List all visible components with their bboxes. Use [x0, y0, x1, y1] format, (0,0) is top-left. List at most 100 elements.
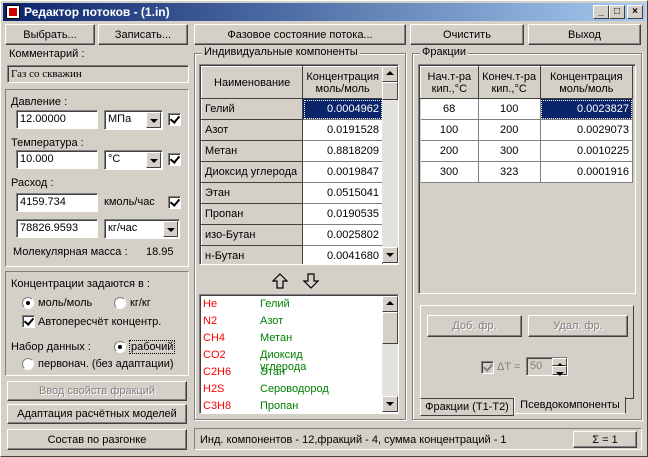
delta-t-checkbox[interactable] — [481, 361, 494, 374]
table-row[interactable]: 100 200 0.0029073 — [420, 119, 634, 141]
dataset-working-radio[interactable] — [114, 341, 126, 353]
concentration-label: Концентрации задаются в : — [11, 278, 150, 290]
conc-kgkg-radio[interactable] — [114, 297, 126, 309]
component-value[interactable]: 0.0515041 — [302, 182, 383, 204]
scroll-thumb[interactable] — [382, 82, 398, 100]
temperature-input[interactable]: 10.000 — [16, 150, 98, 169]
table-row[interactable]: Этан 0.0515041 — [200, 182, 383, 204]
add-fraction-button[interactable]: Доб. фр. — [427, 315, 522, 337]
tab-fractions[interactable]: Фракции (Т1-Т2) — [420, 399, 514, 416]
fractions-group-title: Фракции — [420, 46, 468, 58]
dataset-label: Набор данных : — [11, 341, 91, 353]
component-value[interactable]: 0.0041680 — [302, 245, 383, 264]
table-row[interactable]: Гелий 0.0004962 — [200, 98, 383, 120]
chevron-down-icon[interactable] — [146, 112, 161, 128]
fraction-start[interactable]: 200 — [420, 140, 479, 162]
dataset-initial-radio[interactable] — [22, 358, 34, 370]
table-row[interactable]: 300 323 0.0001916 — [420, 161, 634, 183]
delta-t-spinner[interactable] — [552, 358, 567, 376]
col-start-temp-header[interactable]: Нач.т-ра кип.,°C — [420, 66, 479, 99]
chevron-down-icon[interactable] — [146, 152, 161, 168]
conc-molmol-label[interactable]: моль/моль — [38, 297, 92, 309]
fraction-start[interactable]: 68 — [420, 98, 479, 120]
col-frac-conc-header[interactable]: Концентрация моль/моль — [539, 66, 634, 99]
fraction-start[interactable]: 100 — [420, 119, 479, 141]
col-start-temp-line2: кип.,°C — [431, 82, 468, 95]
auto-recalc-label[interactable]: Автопересчёт концентр. — [38, 316, 161, 328]
fraction-value[interactable]: 0.0010225 — [540, 140, 634, 162]
arrow-down-icon[interactable] — [301, 273, 321, 289]
scroll-down-icon[interactable] — [382, 247, 398, 263]
table-row[interactable]: Диоксид углерода 0.0019847 — [200, 161, 383, 183]
auto-recalc-checkbox[interactable] — [22, 315, 35, 328]
fraction-props-button[interactable]: Ввод свойств фракций — [7, 381, 187, 401]
phase-state-button[interactable]: Фазовое состояние потока... — [194, 24, 406, 45]
flow-molar-input[interactable]: 4159.734 — [16, 193, 98, 212]
remove-fraction-button[interactable]: Удал. фр. — [528, 315, 628, 337]
fraction-end[interactable]: 300 — [478, 140, 541, 162]
scroll-up-icon[interactable] — [382, 296, 398, 312]
table-row[interactable]: н-Бутан 0.0041680 — [200, 245, 383, 264]
component-value[interactable]: 0.0025802 — [302, 224, 383, 246]
table-row[interactable]: 68 100 0.0023827 — [420, 98, 634, 120]
spin-down-icon[interactable] — [552, 366, 567, 376]
comment-field[interactable]: Газ со скважин — [7, 65, 189, 83]
flow-mass-unit-select[interactable]: кг/час — [104, 219, 180, 239]
exit-button[interactable]: Выход — [528, 24, 641, 45]
components-scrollbar[interactable] — [382, 66, 398, 263]
fraction-value[interactable]: 0.0029073 — [540, 119, 634, 141]
chevron-down-icon[interactable] — [163, 221, 178, 237]
table-row[interactable]: изо-Бутан 0.0025802 — [200, 224, 383, 246]
clear-button[interactable]: Очистить — [410, 24, 524, 45]
fraction-end[interactable]: 100 — [478, 98, 541, 120]
dataset-initial-label[interactable]: первонач. (без адаптации) — [38, 358, 174, 370]
flow-molar-checkbox[interactable] — [168, 196, 181, 209]
minimize-button[interactable]: _ — [593, 5, 609, 19]
component-value[interactable]: 0.0190535 — [302, 203, 383, 225]
dataset-working-label[interactable]: рабочий — [129, 340, 176, 354]
sum-button[interactable]: Σ = 1 — [573, 431, 637, 448]
fraction-start[interactable]: 300 — [420, 161, 479, 183]
component-value[interactable]: 0.0191528 — [302, 119, 383, 141]
fraction-value[interactable]: 0.0001916 — [540, 161, 634, 183]
save-button[interactable]: Записать... — [98, 24, 188, 45]
table-row[interactable]: Пропан 0.0190535 — [200, 203, 383, 225]
tab-pseudocomponents[interactable]: Псевдокомпоненты — [514, 397, 626, 414]
col-end-temp-header[interactable]: Конеч.т-ра кип.,°C — [477, 66, 541, 99]
fraction-value[interactable]: 0.0023827 — [540, 98, 634, 120]
pressure-input[interactable]: 12.00000 — [16, 110, 98, 129]
library-scrollbar[interactable] — [382, 296, 398, 412]
component-value[interactable]: 0.0019847 — [302, 161, 383, 183]
component-library-list[interactable]: He Гелий N2 Азот CH4 Метан CO2 Диоксид у… — [199, 294, 399, 414]
composition-button[interactable]: Состав по разгонке — [7, 429, 187, 450]
scroll-down-icon[interactable] — [382, 396, 398, 412]
flow-mass-input[interactable]: 78826.9593 — [16, 219, 98, 238]
component-value[interactable]: 0.0004962 — [302, 98, 383, 120]
col-conc-header[interactable]: Концентрация моль/моль — [302, 66, 383, 99]
conc-kgkg-label[interactable]: кг/кг — [130, 297, 151, 309]
component-value[interactable]: 0.8818209 — [302, 140, 383, 162]
scroll-thumb[interactable] — [382, 312, 398, 344]
scroll-up-icon[interactable] — [382, 66, 398, 82]
pressure-checkbox[interactable] — [168, 113, 181, 126]
close-button[interactable]: × — [627, 5, 643, 19]
maximize-button[interactable]: □ — [609, 5, 625, 19]
conc-molmol-radio[interactable] — [22, 297, 34, 309]
adapt-models-button[interactable]: Адаптация расчётных моделей — [7, 404, 187, 424]
title-bar[interactable]: Редактор потоков - (1.in) _ □ × — [3, 3, 645, 21]
fraction-end[interactable]: 323 — [478, 161, 541, 183]
list-item-formula: CO2 — [203, 349, 226, 361]
fraction-end[interactable]: 200 — [478, 119, 541, 141]
component-name: н-Бутан — [200, 245, 304, 264]
pressure-unit-select[interactable]: МПа — [104, 110, 163, 130]
table-row[interactable]: Азот 0.0191528 — [200, 119, 383, 141]
temperature-checkbox[interactable] — [168, 153, 181, 166]
table-row[interactable]: Метан 0.8818209 — [200, 140, 383, 162]
col-name-header[interactable]: Наименование — [200, 66, 304, 99]
spin-up-icon[interactable] — [552, 358, 567, 367]
table-row[interactable]: 200 300 0.0010225 — [420, 140, 634, 162]
temperature-unit-select[interactable]: °C — [104, 150, 163, 170]
col-conc-header-line1: Концентрация — [306, 70, 379, 83]
arrow-up-icon[interactable] — [270, 273, 290, 289]
select-button[interactable]: Выбрать... — [5, 24, 95, 45]
